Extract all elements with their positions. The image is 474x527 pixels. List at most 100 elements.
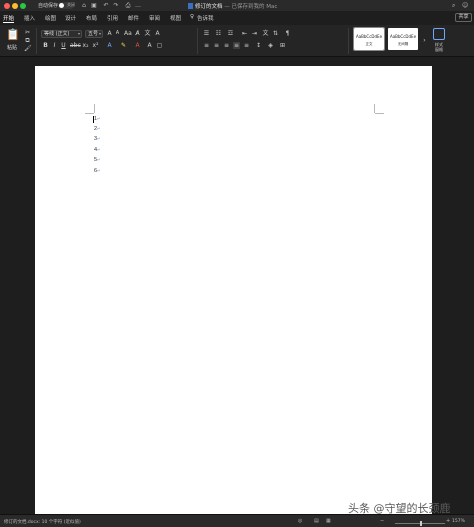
- highlight-icon[interactable]: ✎: [120, 42, 127, 49]
- enclose-char-icon[interactable]: A: [154, 30, 161, 37]
- toggle-knob: [59, 3, 64, 8]
- tab-references[interactable]: 引用: [107, 14, 118, 22]
- shading-icon[interactable]: ◈: [267, 42, 274, 49]
- home-icon[interactable]: ⌂: [80, 2, 88, 9]
- redo-icon[interactable]: ↷: [112, 2, 120, 9]
- phonetic-guide-icon[interactable]: 文: [144, 30, 151, 37]
- print-icon[interactable]: ⎙: [124, 2, 132, 9]
- share-label: 共享: [458, 14, 469, 20]
- underline-icon[interactable]: U: [60, 42, 67, 49]
- show-marks-icon[interactable]: ¶: [284, 30, 291, 37]
- autosave-state: 关闭: [67, 2, 75, 7]
- document-page[interactable]: [35, 66, 432, 514]
- search-icon[interactable]: ⌕: [452, 2, 455, 10]
- decrease-indent-icon[interactable]: ⇤: [241, 30, 248, 37]
- style-sample: AaBbCcDdEe: [355, 34, 383, 39]
- char-shading-icon[interactable]: A: [146, 42, 153, 49]
- bold-icon[interactable]: B: [42, 42, 49, 49]
- document-line[interactable]: 3↵: [94, 136, 100, 142]
- paragraph-mark: ↵: [97, 126, 101, 131]
- paste-label: 粘贴: [7, 45, 18, 51]
- undo-icon[interactable]: ↶: [102, 2, 110, 9]
- zoom-out-icon[interactable]: −: [380, 518, 384, 524]
- document-line[interactable]: 4↵: [94, 147, 100, 153]
- align-center-icon[interactable]: ≡: [213, 42, 220, 49]
- align-left-icon[interactable]: ≡: [203, 42, 210, 49]
- line-spacing-icon[interactable]: ↕: [255, 42, 262, 49]
- styles-gallery-expand-icon[interactable]: ›: [421, 37, 428, 44]
- save-icon[interactable]: ▣: [90, 2, 98, 9]
- tab-mailings[interactable]: 邮件: [128, 14, 139, 22]
- print-layout-icon[interactable]: ▤: [314, 518, 319, 524]
- grow-font-icon[interactable]: A: [106, 30, 113, 37]
- divider: [197, 28, 198, 54]
- chevron-down-icon: ▾: [98, 31, 101, 36]
- multilevel-list-icon[interactable]: ☲: [227, 30, 234, 37]
- tell-me-icon[interactable]: ♀: [190, 14, 194, 20]
- tab-draw[interactable]: 绘图: [45, 14, 56, 22]
- zoom-slider-knob[interactable]: [420, 521, 422, 526]
- document-line[interactable]: 2↵: [94, 126, 100, 132]
- tab-insert[interactable]: 插入: [24, 14, 35, 22]
- subscript-icon[interactable]: x₂: [82, 42, 89, 49]
- tab-tell-me[interactable]: 告诉我: [197, 14, 214, 22]
- crop-mark-top-left: [94, 104, 95, 113]
- format-painter-icon[interactable]: 🖌: [24, 45, 32, 52]
- tab-layout[interactable]: 布局: [86, 14, 97, 22]
- focus-icon[interactable]: ◎: [298, 518, 302, 524]
- clear-formatting-icon[interactable]: A̸: [134, 30, 141, 37]
- style-normal[interactable]: AaBbCcDdEe 正文: [353, 27, 385, 51]
- align-right-icon[interactable]: ≡: [223, 42, 230, 49]
- more-icon[interactable]: …: [134, 2, 142, 9]
- document-line[interactable]: 5↵: [94, 157, 100, 163]
- paste-icon[interactable]: 📋: [6, 29, 20, 41]
- styles-pane-label[interactable]: 样式 窗格: [431, 42, 447, 52]
- sort-icon[interactable]: ⇅: [272, 30, 279, 37]
- close-window-button[interactable]: [4, 3, 10, 9]
- bullets-icon[interactable]: ☰: [203, 30, 210, 37]
- tab-view[interactable]: 视图: [170, 14, 181, 22]
- font-size-select[interactable]: 五号 ▾: [85, 30, 103, 38]
- cut-icon[interactable]: ✂: [24, 29, 31, 36]
- status-bar: 修订的文档.docx: 10 个字符 (近似值) ◎ ▤ ▦ − + 157%: [0, 514, 474, 527]
- web-layout-icon[interactable]: ▦: [326, 518, 331, 524]
- italic-icon[interactable]: I: [51, 42, 58, 49]
- chinese-layout-icon[interactable]: 文: [262, 30, 269, 37]
- style-name: 无间隔: [397, 42, 409, 46]
- borders-icon[interactable]: ⊞: [279, 42, 286, 49]
- document-title: 修订的文档 — 已保存到我的 Mac: [188, 2, 277, 10]
- char-border-icon[interactable]: ▢: [156, 42, 163, 49]
- title-bar: 自动保存 关闭 ⌂ ▣ ↶ ↷ ⎙ … 修订的文档 — 已保存到我的 Mac ⌕…: [0, 0, 474, 11]
- zoom-in-icon[interactable]: +: [446, 518, 450, 524]
- zoom-window-button[interactable]: [20, 3, 26, 9]
- zoom-level[interactable]: 157%: [452, 519, 465, 524]
- superscript-icon[interactable]: x²: [92, 42, 99, 49]
- font-size-value: 五号: [88, 31, 99, 37]
- document-line[interactable]: 1↵: [94, 116, 100, 122]
- text-effects-icon[interactable]: A: [106, 42, 113, 49]
- account-icon[interactable]: ☺: [462, 2, 468, 9]
- word-count-status[interactable]: 修订的文档.docx: 10 个字符 (近似值): [4, 519, 81, 525]
- crop-mark-top-left: [85, 113, 94, 114]
- change-case-icon[interactable]: Aa: [124, 30, 132, 37]
- style-no-spacing[interactable]: AaBbCcDdEe 无间隔: [388, 28, 418, 50]
- minimize-window-button[interactable]: [12, 3, 18, 9]
- divider: [36, 28, 37, 54]
- numbering-icon[interactable]: ☷: [215, 30, 222, 37]
- style-name: 正文: [365, 42, 373, 46]
- tab-home[interactable]: 开始: [3, 14, 14, 22]
- tab-review[interactable]: 审阅: [149, 14, 160, 22]
- copy-icon[interactable]: ⧉: [24, 37, 31, 44]
- font-name-select[interactable]: 等线 (正文) ▾: [41, 30, 82, 38]
- paragraph-mark: ↵: [97, 168, 101, 173]
- strikethrough-icon[interactable]: abc: [70, 42, 81, 49]
- document-line[interactable]: 6↵: [94, 168, 100, 174]
- justify-icon[interactable]: ≡: [233, 42, 240, 49]
- font-color-icon[interactable]: A: [134, 42, 141, 49]
- shrink-font-icon[interactable]: A: [114, 30, 121, 37]
- styles-pane-icon[interactable]: [433, 28, 445, 40]
- distributed-icon[interactable]: ≡: [243, 42, 250, 49]
- tab-design[interactable]: 设计: [65, 14, 76, 22]
- share-button[interactable]: 共享: [455, 13, 472, 22]
- increase-indent-icon[interactable]: ⇥: [251, 30, 258, 37]
